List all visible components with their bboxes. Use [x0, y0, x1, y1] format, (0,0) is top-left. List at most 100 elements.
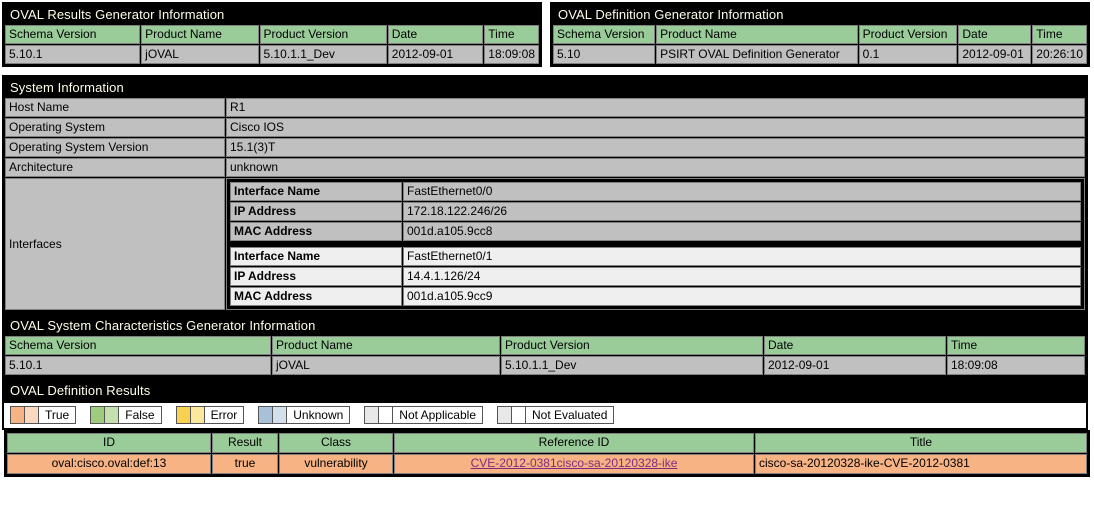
cell-schema-version: 5.10.1 — [5, 356, 271, 375]
legend-item-false: False — [90, 406, 162, 424]
column-header-product-version: Product Version — [501, 336, 763, 355]
cell-date: 2012-09-01 — [764, 356, 946, 375]
table-row-operating-system-version: Operating System Version 15.1(3)T — [5, 138, 1085, 157]
oval-system-characteristics-table: OVAL System Characteristics Generator In… — [2, 313, 1088, 378]
value-mac-address: 001d.a105.9cc9 — [403, 287, 1081, 306]
label-ip-address: IP Address — [230, 267, 402, 286]
cell-date: 2012-09-01 — [958, 45, 1032, 64]
table-row-interfaces: Interfaces Interface Name FastEthernet0/… — [5, 178, 1085, 310]
table-row: Interface Name FastEthernet0/1 — [230, 247, 1081, 266]
legend-item-not-applicable: Not Applicable — [364, 406, 483, 424]
column-header-result: Result — [212, 433, 278, 453]
table-section-header-row: OVAL Definition Results — [5, 381, 1085, 400]
value-host-name: R1 — [226, 98, 1085, 117]
legend-swatch-unknown-secondary — [273, 407, 288, 423]
table-header-row: Schema Version Product Name Product Vers… — [5, 25, 539, 44]
legend-swatch-false-primary — [91, 407, 106, 423]
table-header-row: ID Result Class Reference ID Title — [7, 433, 1087, 453]
cell-product-version: 5.10.1.1_Dev — [501, 356, 763, 375]
system-information-block: System Information Host Name R1 Operatin… — [0, 67, 1094, 313]
cell-definition-title: cisco-sa-20120328-ike-CVE-2012-0381 — [755, 454, 1087, 474]
label-host-name: Host Name — [5, 98, 225, 117]
legend-swatch-true-secondary — [25, 407, 39, 423]
legend-item-unknown: Unknown — [258, 406, 351, 424]
table-section-header-row: OVAL System Characteristics Generator In… — [5, 316, 1085, 335]
column-header-date: Date — [958, 25, 1032, 44]
system-information-title: System Information — [5, 78, 1085, 97]
table-row: IP Address 14.4.1.126/24 — [230, 267, 1081, 286]
column-header-product-name: Product Name — [272, 336, 500, 355]
column-header-product-name: Product Name — [141, 25, 259, 44]
label-architecture: Architecture — [5, 158, 225, 177]
column-header-time: Time — [484, 25, 539, 44]
legend-label-not-evaluated: Not Evaluated — [532, 408, 608, 422]
interface-table-0: Interface Name FastEthernet0/0 IP Addres… — [227, 179, 1084, 244]
cell-definition-result: true — [212, 454, 278, 474]
column-header-date: Date — [387, 25, 484, 44]
legend-swatch-true-primary — [11, 407, 25, 423]
table-row: IP Address 172.18.122.246/26 — [230, 202, 1081, 221]
value-interface-name: FastEthernet0/1 — [403, 247, 1081, 266]
value-interface-name: FastEthernet0/0 — [403, 182, 1081, 201]
legend-swatch-error-secondary — [190, 407, 205, 423]
label-operating-system: Operating System — [5, 118, 225, 137]
cell-schema-version: 5.10 — [553, 45, 656, 64]
column-header-date: Date — [764, 336, 946, 355]
table-row: 5.10.1 jOVAL 5.10.1.1_Dev 2012-09-01 18:… — [5, 356, 1085, 375]
cell-time: 20:26:10 — [1032, 45, 1087, 64]
column-header-schema-version: Schema Version — [5, 336, 271, 355]
cell-schema-version: 5.10.1 — [5, 45, 141, 64]
table-row-architecture: Architecture unknown — [5, 158, 1085, 177]
system-characteristics-block: OVAL System Characteristics Generator In… — [0, 313, 1094, 378]
oval-definition-generator-table: OVAL Definition Generator Information Sc… — [550, 2, 1090, 67]
column-header-schema-version: Schema Version — [553, 25, 656, 44]
label-mac-address: MAC Address — [230, 222, 402, 241]
table-section-header-row: OVAL Definition Generator Information — [553, 5, 1087, 24]
reference-id-link[interactable]: CVE-2012-0381cisco-sa-20120328-ike — [471, 456, 678, 470]
value-operating-system-version: 15.1(3)T — [226, 138, 1085, 157]
column-header-time: Time — [947, 336, 1085, 355]
definition-results-title-table: OVAL Definition Results — [2, 378, 1088, 403]
label-mac-address: MAC Address — [230, 287, 402, 306]
value-operating-system: Cisco IOS — [226, 118, 1085, 137]
label-operating-system-version: Operating System Version — [5, 138, 225, 157]
results-generator-title: OVAL Results Generator Information — [5, 5, 539, 24]
column-header-product-name: Product Name — [656, 25, 858, 44]
table-row: MAC Address 001d.a105.9cc9 — [230, 287, 1081, 306]
definition-results-block: OVAL Definition Results True False Error… — [2, 378, 1090, 477]
column-header-class: Class — [279, 433, 393, 453]
cell-time: 18:09:08 — [484, 45, 539, 64]
cell-product-name: jOVAL — [272, 356, 500, 375]
value-mac-address: 001d.a105.9cc8 — [403, 222, 1081, 241]
legend-swatch-not-evaluated-primary — [498, 407, 512, 423]
legend-swatch-not-applicable-primary — [365, 407, 380, 423]
table-row-host-name: Host Name R1 — [5, 98, 1085, 117]
cell-product-name: PSIRT OVAL Definition Generator — [656, 45, 858, 64]
cell-product-name: jOVAL — [141, 45, 259, 64]
generator-info-row: OVAL Results Generator Information Schem… — [0, 0, 1094, 67]
legend-swatch-not-evaluated-secondary — [512, 407, 526, 423]
table-row: oval:cisco.oval:def:13 true vulnerabilit… — [7, 454, 1087, 474]
column-header-title: Title — [755, 433, 1087, 453]
cell-time: 18:09:08 — [947, 356, 1085, 375]
results-legend: True False Error Unknown Not Applicable … — [2, 403, 1088, 430]
cell-date: 2012-09-01 — [387, 45, 484, 64]
value-ip-address: 14.4.1.126/24 — [403, 267, 1081, 286]
label-interface-name: Interface Name — [230, 182, 402, 201]
legend-label-false: False — [125, 408, 155, 422]
table-header-row: Schema Version Product Name Product Vers… — [553, 25, 1087, 44]
interfaces-container: Interface Name FastEthernet0/0 IP Addres… — [226, 178, 1085, 310]
table-header-row: Schema Version Product Name Product Vers… — [5, 336, 1085, 355]
column-header-product-version: Product Version — [858, 25, 958, 44]
cell-product-version: 0.1 — [858, 45, 958, 64]
legend-swatch-unknown-primary — [259, 407, 274, 423]
legend-label-unknown: Unknown — [293, 408, 344, 422]
oval-results-generator-table: OVAL Results Generator Information Schem… — [2, 2, 542, 67]
legend-label-not-applicable: Not Applicable — [399, 408, 476, 422]
legend-swatch-error-primary — [176, 407, 191, 423]
cell-definition-class: vulnerability — [279, 454, 393, 474]
definition-results-table: ID Result Class Reference ID Title oval:… — [4, 430, 1090, 477]
legend-item-true: True — [10, 406, 77, 424]
cell-product-version: 5.10.1.1_Dev — [259, 45, 387, 64]
table-row: 5.10.1 jOVAL 5.10.1.1_Dev 2012-09-01 18:… — [5, 45, 539, 64]
